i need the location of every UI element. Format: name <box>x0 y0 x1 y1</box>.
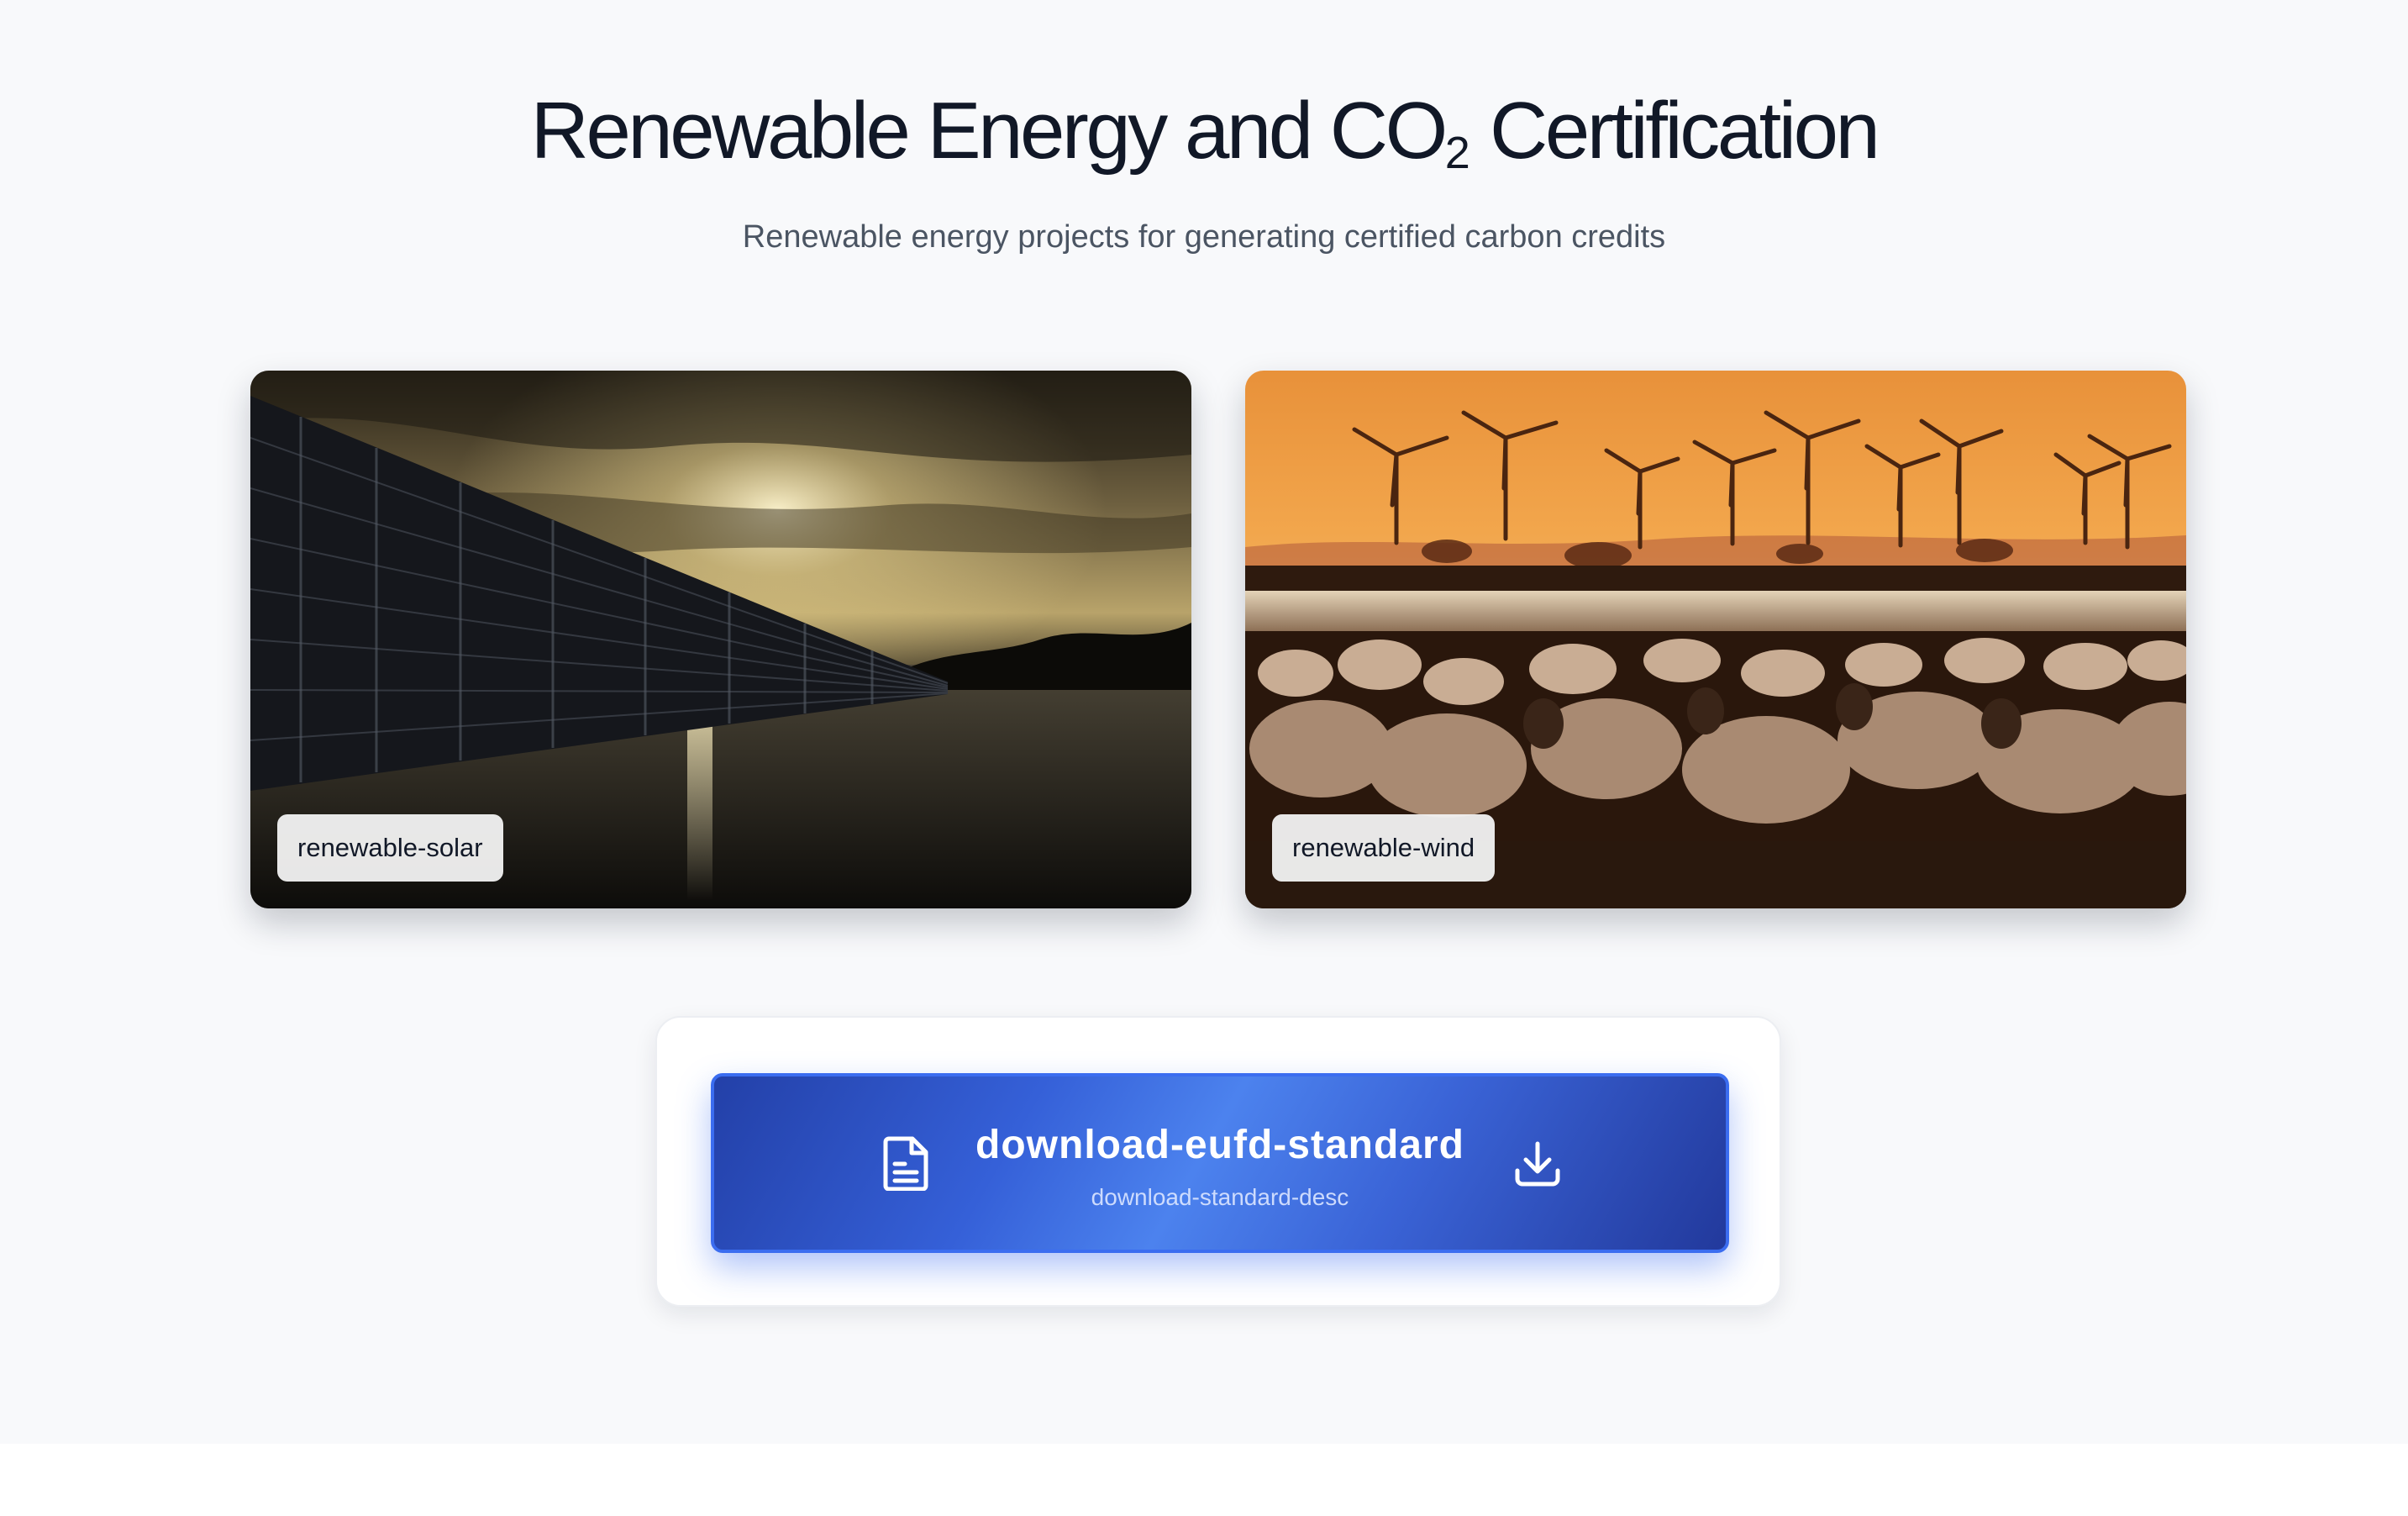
page-subtitle: Renewable energy projects for generating… <box>742 219 1666 255</box>
project-card-wind[interactable]: renewable-wind <box>1245 371 2186 908</box>
page-title-subscript: 2 <box>1444 128 1470 178</box>
page-title-rest: Certification <box>1470 86 1880 176</box>
download-standard-button[interactable]: download-eufd-standard download-standard… <box>711 1073 1729 1253</box>
download-panel: download-eufd-standard download-standard… <box>655 1016 1781 1307</box>
download-title: download-eufd-standard <box>975 1123 1464 1167</box>
page-title-main: Renewable Energy and CO <box>530 86 1448 176</box>
project-label-wind: renewable-wind <box>1272 814 1496 882</box>
download-icon <box>1515 1141 1560 1187</box>
download-description: download-standard-desc <box>1091 1184 1349 1210</box>
page-title: Renewable Energy and CO2 Certification <box>0 82 2408 202</box>
project-card-solar[interactable]: renewable-solar <box>250 371 1191 908</box>
project-label-solar: renewable-solar <box>277 814 503 882</box>
